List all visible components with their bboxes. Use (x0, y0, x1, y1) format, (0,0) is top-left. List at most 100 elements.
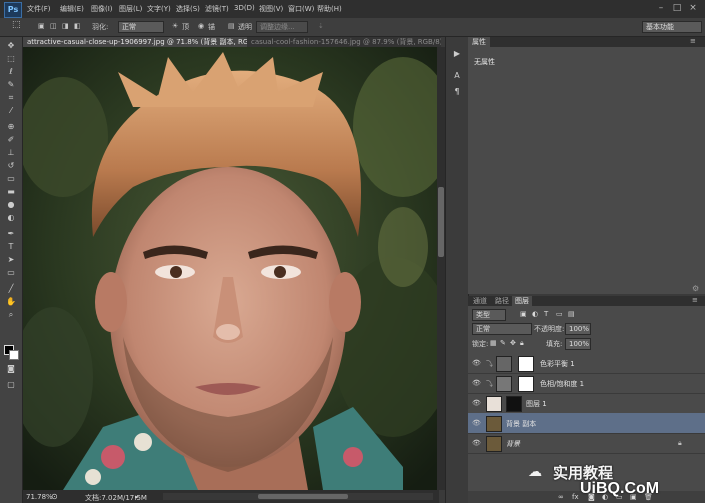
panel-menu-icon[interactable]: ≡ (692, 296, 698, 304)
filter-pixel-icon[interactable]: ▣ (520, 310, 527, 318)
minimize-icon[interactable]: – (655, 2, 667, 14)
tab-channels[interactable]: 通道 (470, 296, 490, 306)
opacity-input[interactable]: 100% (565, 323, 591, 335)
history-brush-icon[interactable]: ↺ (5, 161, 17, 171)
quick-mask-icon[interactable]: ◙ (5, 364, 17, 374)
lasso-tool-icon[interactable]: ℓ (5, 67, 17, 77)
fill-input[interactable]: 100% (565, 338, 591, 350)
filter-shape-icon[interactable]: ▭ (556, 310, 563, 318)
menu-window[interactable]: 窗口(W) (288, 4, 314, 14)
crop-tool-icon[interactable]: ⌗ (5, 93, 17, 103)
layer-name[interactable]: 背景 副本 (506, 419, 536, 429)
option-transparent[interactable]: 透明 (238, 22, 252, 32)
brush-tool-icon[interactable]: ✐ (5, 135, 17, 145)
layer-name[interactable]: 背景 (506, 439, 520, 449)
layer-name[interactable]: 色相/饱和度 1 (540, 379, 584, 389)
close-icon[interactable]: × (687, 2, 699, 14)
play-icon[interactable]: ▶ (451, 49, 463, 59)
tab-paths[interactable]: 路径 (492, 296, 512, 306)
eyedropper-tool-icon[interactable]: ⁄ (5, 106, 17, 116)
move-tool-icon[interactable]: ✥ (5, 41, 17, 51)
add-selection-icon[interactable]: ◫ (50, 22, 57, 30)
tab-document-2[interactable]: casual-cool-fashion-157646.jpg @ 87.9% (… (247, 37, 441, 47)
blend-mode-dropdown[interactable]: 正常 (472, 323, 532, 335)
shape-tool-icon[interactable]: ▭ (5, 268, 17, 278)
status-arrow-icon[interactable]: ▸ (135, 493, 139, 501)
stamp-tool-icon[interactable]: ⊥ (5, 148, 17, 158)
eye-icon[interactable]: 👁︎ (472, 359, 481, 367)
menu-edit[interactable]: 编辑(E) (60, 4, 84, 14)
new-selection-icon[interactable]: ▣ (38, 22, 45, 30)
menu-select[interactable]: 选择(S) (176, 4, 200, 14)
layer-name[interactable]: 图层 1 (526, 399, 547, 409)
dodge-tool-icon[interactable]: ◐ (5, 213, 17, 223)
menu-filter[interactable]: 滤镜(T) (205, 4, 229, 14)
eraser-tool-icon[interactable]: ▭ (5, 174, 17, 184)
healing-tool-icon[interactable]: ⊕ (5, 122, 17, 132)
panel-menu-icon[interactable]: ≡ (690, 37, 696, 45)
menu-file[interactable]: 文件(F) (27, 4, 51, 14)
character-panel-icon[interactable]: A (451, 71, 463, 81)
lock-brush-icon[interactable]: ✎ (500, 339, 506, 347)
gradient-tool-icon[interactable]: ▬ (5, 187, 17, 197)
maximize-icon[interactable]: □ (671, 2, 683, 14)
color-swatches[interactable] (4, 345, 19, 360)
scrollbar-thumb[interactable] (258, 494, 348, 499)
menu-3d[interactable]: 3D(D) (234, 4, 255, 12)
layer-row-background-copy[interactable]: 👁︎ 背景 副本 (468, 413, 705, 434)
properties-settings-icon[interactable]: ⚙ (692, 284, 699, 293)
eye-icon[interactable]: 👁︎ (472, 419, 481, 427)
menu-type[interactable]: 文字(Y) (147, 4, 171, 14)
option-top[interactable]: 顶 (182, 22, 189, 32)
subtract-selection-icon[interactable]: ◨ (62, 22, 69, 30)
option-transparent-icon[interactable]: ▤ (228, 22, 235, 30)
tab-layers[interactable]: 图层 (512, 296, 532, 306)
lock-position-icon[interactable]: ✥ (510, 339, 516, 347)
layer-row-layer1[interactable]: 👁︎ 图层 1 (468, 393, 705, 414)
document-canvas[interactable] (23, 47, 437, 490)
marquee-tool-icon[interactable]: ⬚ (12, 20, 21, 30)
marquee-tool-icon[interactable]: ⬚ (5, 54, 17, 64)
screen-mode-icon[interactable]: ▢ (5, 380, 17, 390)
blur-tool-icon[interactable]: ● (5, 200, 17, 210)
filter-type-icon[interactable]: T (544, 310, 548, 318)
option-anchor[interactable]: 锚 (208, 22, 215, 32)
status-info-icon[interactable]: ⊙ (51, 492, 58, 501)
tab-document-1[interactable]: attractive-casual-close-up-1906997.jpg @… (23, 37, 251, 47)
hand-tool-icon[interactable]: ✋ (5, 297, 17, 307)
horizontal-scrollbar[interactable] (163, 493, 433, 500)
layer-name[interactable]: 色彩平衡 1 (540, 359, 575, 369)
menu-image[interactable]: 图像(I) (91, 4, 113, 14)
layer-mask-thumb[interactable] (506, 396, 522, 412)
lock-icon[interactable]: 🔒︎ (520, 339, 524, 348)
line-tool-icon[interactable]: ╱ (5, 284, 17, 294)
menu-help[interactable]: 帮助(H) (317, 4, 342, 14)
quick-select-tool-icon[interactable]: ✎ (5, 80, 17, 90)
filter-adjustment-icon[interactable]: ◐ (532, 310, 538, 318)
background-color[interactable] (9, 350, 19, 360)
layer-row-hue-saturation[interactable]: 👁︎ ⤵ 色相/饱和度 1 (468, 373, 705, 394)
tab-properties[interactable]: 属性 (468, 37, 490, 47)
path-select-tool-icon[interactable]: ➤ (5, 255, 17, 265)
eye-icon[interactable]: 👁︎ (472, 439, 481, 447)
option-anchor-icon[interactable]: ◉ (198, 22, 204, 30)
type-tool-icon[interactable]: T (5, 242, 17, 252)
paragraph-panel-icon[interactable]: ¶ (451, 87, 463, 97)
refine-edge-button[interactable]: 调整边缘... (256, 21, 308, 33)
option-top-icon[interactable]: ☀ (172, 22, 178, 30)
menu-view[interactable]: 视图(V) (259, 4, 283, 14)
layer-kind-filter[interactable]: 类型 (472, 309, 506, 321)
pen-tool-icon[interactable]: ✒ (5, 229, 17, 239)
layer-mask-thumb[interactable] (518, 376, 534, 392)
layer-row-color-balance[interactable]: 👁︎ ⤵ 色彩平衡 1 (468, 353, 705, 374)
scrollbar-thumb[interactable] (438, 187, 444, 257)
zoom-tool-icon[interactable]: ⌕ (5, 310, 17, 320)
workspace-dropdown[interactable]: 基本功能 (642, 21, 702, 33)
eye-icon[interactable]: 👁︎ (472, 399, 481, 407)
layer-row-background[interactable]: 👁︎ 背景 🔒︎ (468, 433, 705, 454)
vertical-scrollbar[interactable] (437, 47, 445, 490)
zoom-level[interactable]: 71.78% (26, 493, 53, 501)
filter-smart-icon[interactable]: ▤ (568, 310, 575, 318)
style-dropdown[interactable]: 正常 (118, 21, 164, 33)
intersect-selection-icon[interactable]: ◧ (74, 22, 81, 30)
